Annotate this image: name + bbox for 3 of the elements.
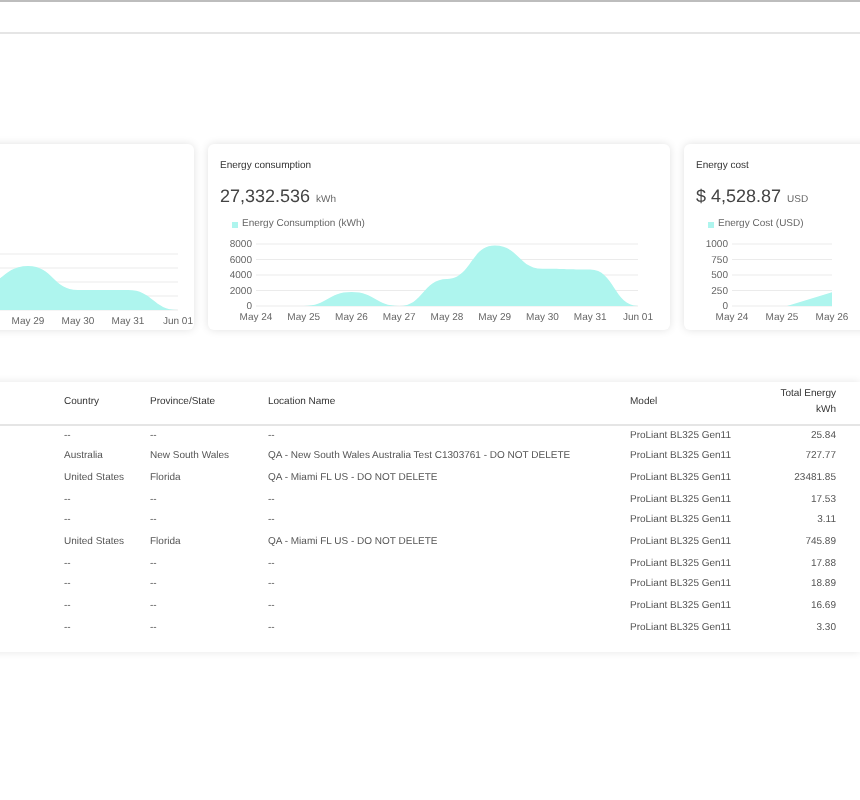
metric-value: $ 4,528.87 [696,183,782,209]
area-chart-drawing [787,291,832,305]
metric-value: 27,332.536 [220,183,311,209]
